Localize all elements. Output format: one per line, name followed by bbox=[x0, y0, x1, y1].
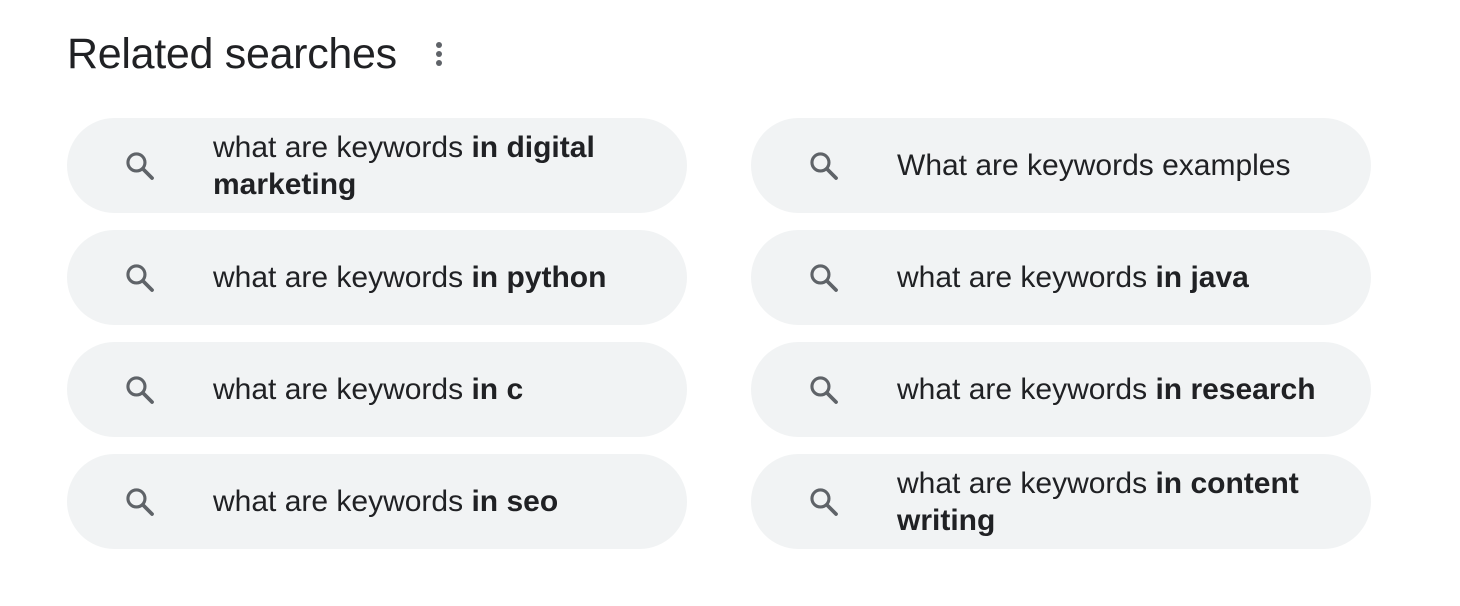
related-searches-header: Related searches bbox=[67, 26, 451, 82]
chip-label: what are keywords in java bbox=[897, 261, 1249, 294]
chip-label: what are keywords in seo bbox=[213, 485, 559, 518]
related-search-chip[interactable]: What are keywords examples bbox=[751, 118, 1371, 213]
related-search-chip[interactable]: what are keywords in java bbox=[751, 230, 1371, 325]
chip-label: what are keywords in python bbox=[213, 261, 607, 294]
related-search-chip[interactable]: what are keywords in seo bbox=[67, 454, 687, 549]
related-search-chip[interactable]: what are keywords in python bbox=[67, 230, 687, 325]
section-title: Related searches bbox=[67, 30, 397, 78]
search-icon bbox=[67, 261, 213, 295]
chip-label: What are keywords examples bbox=[897, 149, 1291, 182]
chip-label: what are keywords in digital marketing bbox=[213, 130, 595, 201]
search-icon bbox=[751, 485, 897, 519]
search-icon bbox=[67, 373, 213, 407]
search-icon bbox=[751, 149, 897, 183]
related-searches-panel: Related searches what are keywords in di… bbox=[0, 0, 1460, 606]
related-search-chip[interactable]: what are keywords in content writing bbox=[751, 454, 1371, 549]
related-search-chip[interactable]: what are keywords in c bbox=[67, 342, 687, 437]
chip-label: what are keywords in c bbox=[213, 373, 524, 406]
more-vert-icon[interactable] bbox=[427, 34, 451, 74]
chip-label: what are keywords in research bbox=[897, 373, 1316, 406]
related-search-chip[interactable]: what are keywords in research bbox=[751, 342, 1371, 437]
related-search-chip[interactable]: what are keywords in digital marketing bbox=[67, 118, 687, 213]
search-icon bbox=[67, 485, 213, 519]
related-searches-grid: what are keywords in digital marketing W… bbox=[67, 118, 1371, 549]
search-icon bbox=[751, 373, 897, 407]
search-icon bbox=[67, 149, 213, 183]
chip-label: what are keywords in content writing bbox=[897, 466, 1299, 537]
search-icon bbox=[751, 261, 897, 295]
